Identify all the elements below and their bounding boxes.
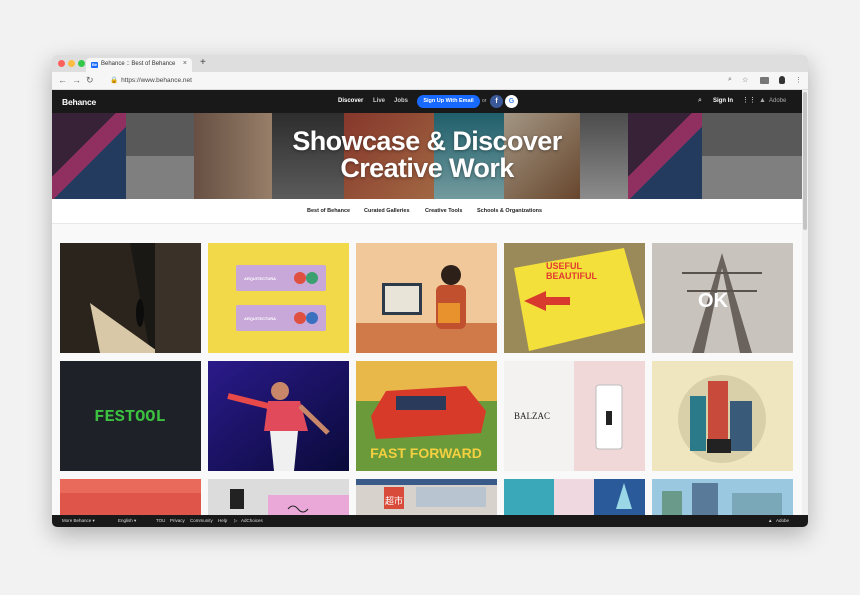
footer-link-adchoices[interactable]: AdChoices [241, 518, 263, 523]
adobe-logo-icon: ▲ [759, 97, 766, 104]
reload-icon[interactable]: ↻ [86, 75, 94, 86]
footer-link-privacy[interactable]: Privacy [170, 518, 185, 523]
project-card-street-photo[interactable] [60, 243, 201, 353]
hero-title-line2: Creative Work [340, 153, 514, 183]
bookmark-star-icon[interactable]: ☆ [742, 76, 748, 84]
ok-logo-text: OK [698, 290, 729, 312]
behance-logo[interactable]: Behance [62, 97, 96, 107]
subnav-best-of-behance[interactable]: Best of Behance [307, 208, 350, 214]
market-thumbnail: 超市 [356, 479, 497, 515]
search-icon[interactable]: ⌕ [698, 97, 702, 105]
color-shapes-thumbnail [504, 479, 645, 515]
tab-title: Behance :: Best of Behance [101, 61, 176, 67]
useful-beautiful-thumbnail: USEFUL BEAUTIFUL [504, 243, 645, 353]
new-tab-button[interactable]: + [200, 57, 206, 68]
language-selector[interactable]: English ▾ [118, 518, 136, 524]
market-sign-text: 超市 [385, 495, 403, 507]
project-card-city-illustration[interactable] [652, 361, 793, 471]
sub-navigation: Best of Behance Curated Galleries Creati… [52, 199, 802, 224]
zoom-search-icon[interactable]: ⌕ [728, 76, 732, 84]
subnav-schools-organizations[interactable]: Schools & Organizations [477, 208, 542, 214]
project-card-dancer[interactable] [208, 361, 349, 471]
footer-link-community[interactable]: Community [190, 518, 213, 523]
footer-adobe-label[interactable]: Adobe [776, 518, 789, 523]
site-header: Behance Discover Live Jobs Sign Up With … [52, 90, 802, 113]
project-card-ok-tower[interactable]: OK [652, 243, 793, 353]
adobe-footer-icon: ▲ [768, 518, 773, 523]
project-card-pink-illustration[interactable] [208, 479, 349, 515]
adobe-label[interactable]: Adobe [769, 98, 786, 104]
browser-menu-icon[interactable]: ⋮ [795, 76, 802, 84]
page-scrollbar[interactable] [802, 90, 808, 515]
project-card-chinese-market[interactable]: 超市 [356, 479, 497, 515]
nav-discover[interactable]: Discover [338, 98, 363, 104]
fast-forward-thumbnail: FAST FORWARD [356, 361, 497, 471]
project-card-balzac[interactable]: BALZAC [504, 361, 645, 471]
subnav-creative-tools[interactable]: Creative Tools [425, 208, 463, 214]
project-card-useful-beautiful[interactable]: USEFUL BEAUTIFUL [504, 243, 645, 353]
lock-icon: 🔒 [110, 77, 119, 84]
url-field[interactable]: 🔒 https://www.behance.net [102, 75, 792, 87]
fast-forward-text: FAST FORWARD [370, 445, 482, 461]
subnav-curated-galleries[interactable]: Curated Galleries [364, 208, 410, 214]
browser-window: Bē Behance :: Best of Behance × + ← → ↻ … [52, 55, 808, 527]
adchoices-icon: ▷ [234, 518, 238, 523]
url-text: https://www.behance.net [121, 77, 192, 84]
back-arrow-icon[interactable]: ← [58, 75, 67, 85]
project-card-packaging[interactable]: ARQUITECTURA ARQUITECTURA [208, 243, 349, 353]
browser-tab[interactable]: Bē Behance :: Best of Behance × [86, 58, 192, 72]
project-card-illustration-office[interactable] [356, 243, 497, 353]
signin-link[interactable]: Sign In [713, 98, 733, 104]
maximize-window-button[interactable] [78, 60, 85, 67]
pink-illustration-thumbnail [208, 479, 349, 515]
project-card-festool[interactable]: FESTOOL [60, 361, 201, 471]
minimize-window-button[interactable] [68, 60, 75, 67]
beautiful-text: BEAUTIFUL [546, 271, 597, 281]
project-card-pixel-city[interactable] [652, 479, 793, 515]
packaging-label: ARQUITECTURA [244, 276, 276, 281]
extension-icon[interactable] [760, 77, 769, 84]
language-label: English [118, 518, 133, 523]
balzac-text: BALZAC [514, 411, 550, 421]
balzac-thumbnail: BALZAC [504, 361, 645, 471]
festool-thumbnail: FESTOOL [60, 361, 201, 471]
ok-tower-thumbnail: OK [652, 243, 793, 353]
scrollbar-thumb[interactable] [803, 92, 807, 230]
close-window-button[interactable] [58, 60, 65, 67]
apps-grid-icon[interactable]: ⋮⋮ [742, 96, 756, 104]
project-card-red-texture[interactable] [60, 479, 201, 515]
project-card-color-shapes[interactable] [504, 479, 645, 515]
footer-link-tou[interactable]: TOU [156, 518, 165, 523]
packaging-label-2: ARQUITECTURA [244, 316, 276, 321]
useful-text: USEFUL [546, 261, 583, 271]
facebook-icon[interactable]: f [490, 95, 503, 108]
city-illustration-thumbnail [652, 361, 793, 471]
street-photo-thumbnail [60, 243, 201, 353]
pixel-city-thumbnail [652, 479, 793, 515]
signup-email-button[interactable]: Sign Up With Email [417, 95, 480, 108]
dancer-thumbnail [208, 361, 349, 471]
more-behance-label: More Behance [62, 518, 92, 523]
more-behance-menu[interactable]: More Behance ▾ [62, 518, 95, 524]
forward-arrow-icon[interactable]: → [72, 75, 81, 85]
address-bar: ← → ↻ 🔒 https://www.behance.net ⌕ ☆ ⋮ [52, 72, 808, 90]
hero-banner: Showcase & Discover Creative Work [52, 113, 802, 199]
profile-icon[interactable] [779, 76, 785, 84]
packaging-thumbnail: ARQUITECTURA ARQUITECTURA [208, 243, 349, 353]
tab-bar: Bē Behance :: Best of Behance × + [52, 55, 808, 72]
festool-logo-text: FESTOOL [94, 408, 165, 427]
project-grid: ARQUITECTURA ARQUITECTURA USEFUL BEAUTIF… [52, 224, 802, 515]
close-tab-icon[interactable]: × [183, 60, 187, 67]
behance-favicon-icon: Bē [91, 62, 98, 68]
project-card-fast-forward[interactable]: FAST FORWARD [356, 361, 497, 471]
red-texture-thumbnail [60, 479, 201, 515]
nav-live[interactable]: Live [373, 98, 385, 104]
site-footer: More Behance ▾ English ▾ TOU Privacy Com… [52, 515, 808, 527]
footer-link-help[interactable]: Help [218, 518, 227, 523]
office-illustration-thumbnail [356, 243, 497, 353]
nav-jobs[interactable]: Jobs [394, 98, 408, 104]
google-icon[interactable]: G [505, 95, 518, 108]
or-label: or [482, 98, 487, 104]
